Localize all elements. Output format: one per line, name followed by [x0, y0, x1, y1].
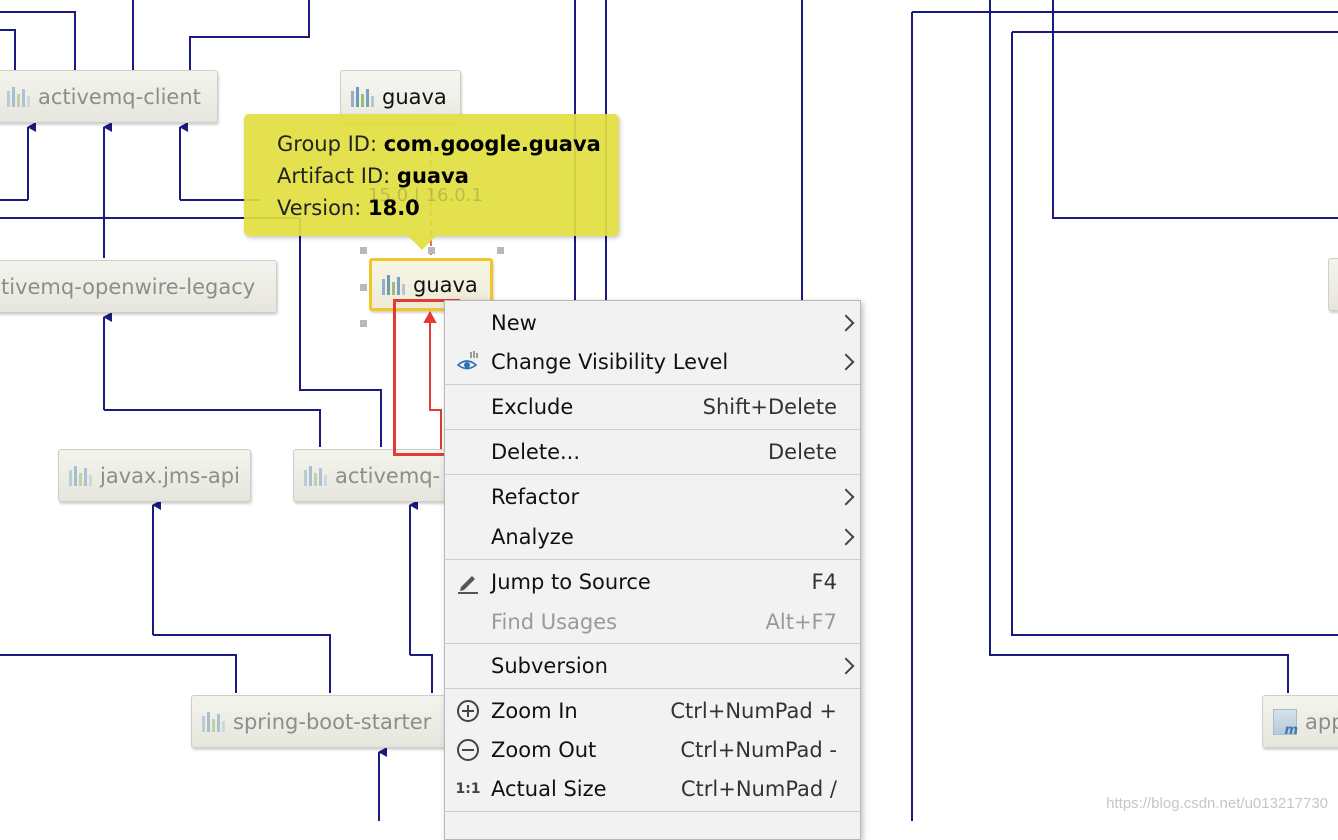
- library-icon: [202, 711, 225, 732]
- node-right-partial[interactable]: [1328, 258, 1338, 311]
- tooltip-group-label: Group ID:: [277, 132, 384, 156]
- zoom-in-icon: [455, 698, 481, 724]
- submenu-arrow-icon: [837, 528, 855, 546]
- menu-item-exclude[interactable]: Exclude Shift+Delete: [445, 388, 860, 426]
- menu-item-refactor[interactable]: Refactor: [445, 478, 860, 516]
- menu-separator: [445, 643, 860, 644]
- node-label: activemq-client: [38, 84, 201, 109]
- node-label: javax.jms-api: [100, 463, 240, 488]
- menu-separator: [445, 559, 860, 560]
- menu-item-subversion[interactable]: Subversion: [445, 647, 860, 685]
- menu-separator: [445, 384, 860, 385]
- node-javax-jms-api[interactable]: javax.jms-api: [58, 449, 251, 502]
- menu-item-shortcut: Shift+Delete: [702, 395, 837, 419]
- menu-item-label: Zoom Out: [491, 738, 597, 762]
- menu-item-label: Find Usages: [491, 610, 618, 634]
- menu-item-shortcut: Ctrl+NumPad +: [670, 699, 837, 723]
- menu-item-zoom-out[interactable]: Zoom Out Ctrl+NumPad -: [445, 731, 860, 769]
- submenu-arrow-icon: [837, 353, 855, 371]
- library-icon: [382, 274, 405, 295]
- node-label: app: [1305, 709, 1338, 734]
- menu-item-shortcut: F4: [811, 570, 837, 594]
- menu-separator: [445, 474, 860, 475]
- menu-item-label: Actual Size: [491, 777, 607, 801]
- submenu-arrow-icon: [837, 314, 855, 332]
- node-activemq-partial[interactable]: activemq-: [293, 449, 463, 502]
- node-label: guava: [413, 272, 478, 297]
- selection-handle[interactable]: [360, 247, 367, 254]
- tooltip-version-label: Version:: [277, 196, 368, 220]
- menu-item-shortcut: Ctrl+NumPad /: [680, 777, 837, 801]
- menu-item-label: Jump to Source: [491, 570, 651, 594]
- node-label: activemq-: [335, 463, 441, 488]
- menu-item-shortcut: Delete: [768, 440, 837, 464]
- context-menu: New Change Visibility Level Exclude Shif…: [444, 300, 861, 840]
- menu-item-actual-size[interactable]: 1:1 Actual Size Ctrl+NumPad /: [445, 770, 860, 808]
- menu-separator: [445, 811, 860, 812]
- submenu-arrow-icon: [837, 488, 855, 506]
- menu-item-label: New: [491, 311, 537, 335]
- menu-item-delete[interactable]: Delete... Delete: [445, 433, 860, 471]
- tooltip-pointer: [408, 236, 436, 250]
- node-app-partial[interactable]: m app: [1262, 695, 1338, 748]
- node-activemq-client[interactable]: activemq-client: [0, 70, 218, 123]
- selection-handle[interactable]: [497, 247, 504, 254]
- node-label: spring-boot-starter: [233, 709, 432, 734]
- module-icon: m: [1273, 708, 1298, 738]
- menu-item-analyze[interactable]: Analyze: [445, 518, 860, 556]
- menu-item-label: Change Visibility Level: [491, 350, 729, 374]
- node-label: tivemq-openwire-legacy: [1, 274, 256, 299]
- menu-separator: [445, 688, 860, 689]
- submenu-arrow-icon: [837, 657, 855, 675]
- selection-handle[interactable]: [360, 284, 367, 291]
- library-icon: [7, 86, 30, 107]
- node-activemq-openwire-legacy[interactable]: tivemq-openwire-legacy: [0, 260, 277, 313]
- zoom-out-icon: [455, 737, 481, 763]
- menu-item-change-visibility-level[interactable]: Change Visibility Level: [445, 343, 860, 381]
- menu-item-label: Analyze: [491, 525, 574, 549]
- ghost-version-label: 15.0 | 16.0.1: [368, 185, 483, 206]
- selection-handle[interactable]: [360, 320, 367, 327]
- menu-item-label: Refactor: [491, 485, 580, 509]
- menu-item-shortcut: Alt+F7: [765, 610, 837, 634]
- library-icon: [69, 465, 92, 486]
- menu-item-label: Zoom In: [491, 699, 578, 723]
- menu-item-new[interactable]: New: [445, 304, 860, 342]
- tooltip-group-row: Group ID: com.google.guava: [277, 128, 619, 160]
- menu-item-zoom-in[interactable]: Zoom In Ctrl+NumPad +: [445, 692, 860, 730]
- artifact-tooltip: 15.0 | 16.0.1 Group ID: com.google.guava…: [244, 114, 619, 250]
- library-icon: [304, 465, 327, 486]
- menu-item-jump-to-source[interactable]: Jump to Source F4: [445, 563, 860, 601]
- tooltip-group-value: com.google.guava: [383, 132, 601, 156]
- menu-item-shortcut: Ctrl+NumPad -: [680, 738, 837, 762]
- menu-item-find-usages[interactable]: Find Usages Alt+F7: [445, 603, 860, 641]
- watermark-text: https://blog.csdn.net/u013217730: [1106, 795, 1328, 812]
- menu-item-label: Exclude: [491, 395, 574, 419]
- node-spring-boot-starter[interactable]: spring-boot-starter: [191, 695, 461, 748]
- node-label: guava: [382, 84, 447, 109]
- eye-visibility-icon: [455, 349, 481, 375]
- actual-size-icon: 1:1: [455, 781, 481, 797]
- pencil-icon: [455, 569, 481, 595]
- menu-item-label: Subversion: [491, 654, 608, 678]
- library-icon: [351, 86, 374, 107]
- menu-item-label: Delete...: [491, 440, 581, 464]
- menu-separator: [445, 429, 860, 430]
